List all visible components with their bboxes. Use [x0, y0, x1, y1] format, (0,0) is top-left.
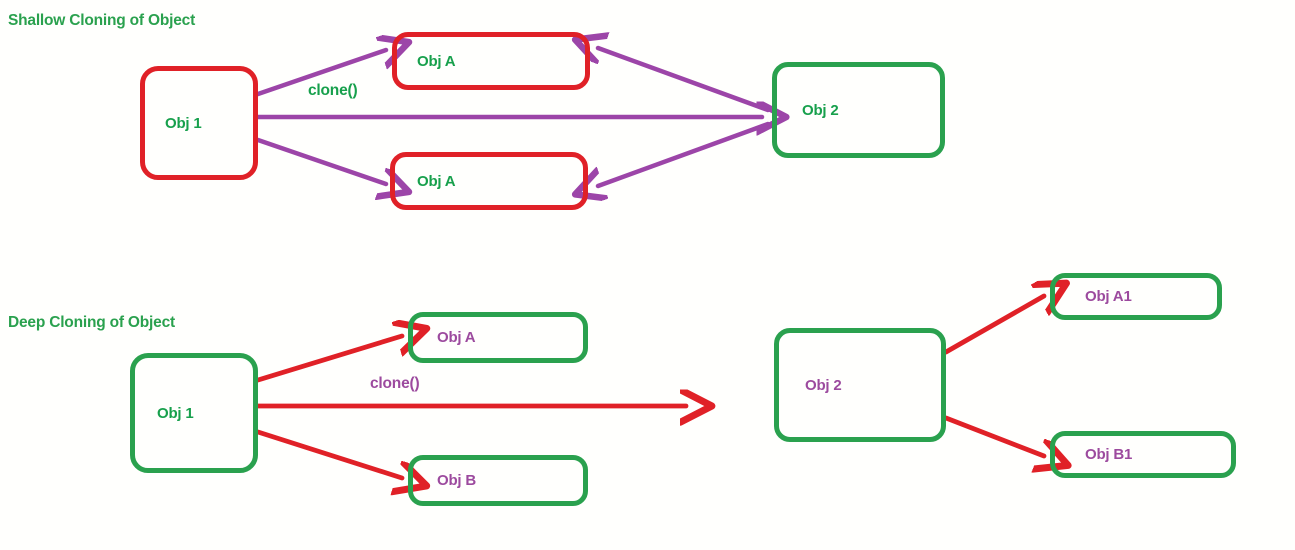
deep-clone-label: clone() — [370, 375, 420, 392]
node-deep-objB-label: Obj B — [437, 472, 476, 489]
node-deep-obj1[interactable]: Obj 1 — [130, 353, 258, 473]
node-deep-objA[interactable]: Obj A — [408, 312, 588, 363]
arrow-deep-obj2-to-objB1 — [943, 415, 1044, 456]
node-deep-objA1-label: Obj A1 — [1085, 288, 1132, 305]
shallow-clone-label: clone() — [308, 82, 358, 99]
node-deep-objB1-label: Obj B1 — [1085, 446, 1133, 463]
node-deep-objA1[interactable]: Obj A1 — [1050, 273, 1222, 320]
arrow-deep-obj2-to-objA1 — [943, 296, 1044, 355]
shallow-section-title: Shallow Cloning of Object — [8, 12, 196, 29]
arrow-obj1-to-objA-bottom — [255, 137, 386, 184]
diagram-canvas: Shallow Cloning of Object Obj 1 Obj A Ob… — [0, 0, 1295, 550]
node-shallow-objA-bottom-label: Obj A — [417, 172, 456, 190]
node-shallow-objA-bottom[interactable]: Obj A — [390, 152, 588, 210]
node-shallow-obj1-label: Obj 1 — [165, 114, 202, 132]
deep-section-title: Deep Cloning of Object — [8, 314, 175, 331]
node-shallow-objA-top[interactable]: Obj A — [392, 32, 590, 90]
node-shallow-obj2-label: Obj 2 — [802, 101, 839, 119]
node-shallow-objA-top-label: Obj A — [417, 52, 456, 70]
node-deep-obj1-label: Obj 1 — [157, 404, 194, 422]
arrow-deep-obj1-to-objB — [255, 429, 402, 478]
node-shallow-obj1[interactable]: Obj 1 — [140, 66, 258, 180]
arrow-obj2-to-objA-bottom — [598, 121, 771, 186]
arrow-deep-obj1-to-objA — [255, 336, 402, 383]
node-deep-objB[interactable]: Obj B — [408, 455, 588, 506]
node-deep-objA-label: Obj A — [437, 329, 476, 346]
arrow-obj2-to-objA-top — [598, 48, 771, 113]
node-shallow-obj2[interactable]: Obj 2 — [772, 62, 945, 158]
node-deep-obj2-label: Obj 2 — [805, 376, 842, 394]
node-deep-objB1[interactable]: Obj B1 — [1050, 431, 1236, 478]
node-deep-obj2[interactable]: Obj 2 — [774, 328, 946, 442]
